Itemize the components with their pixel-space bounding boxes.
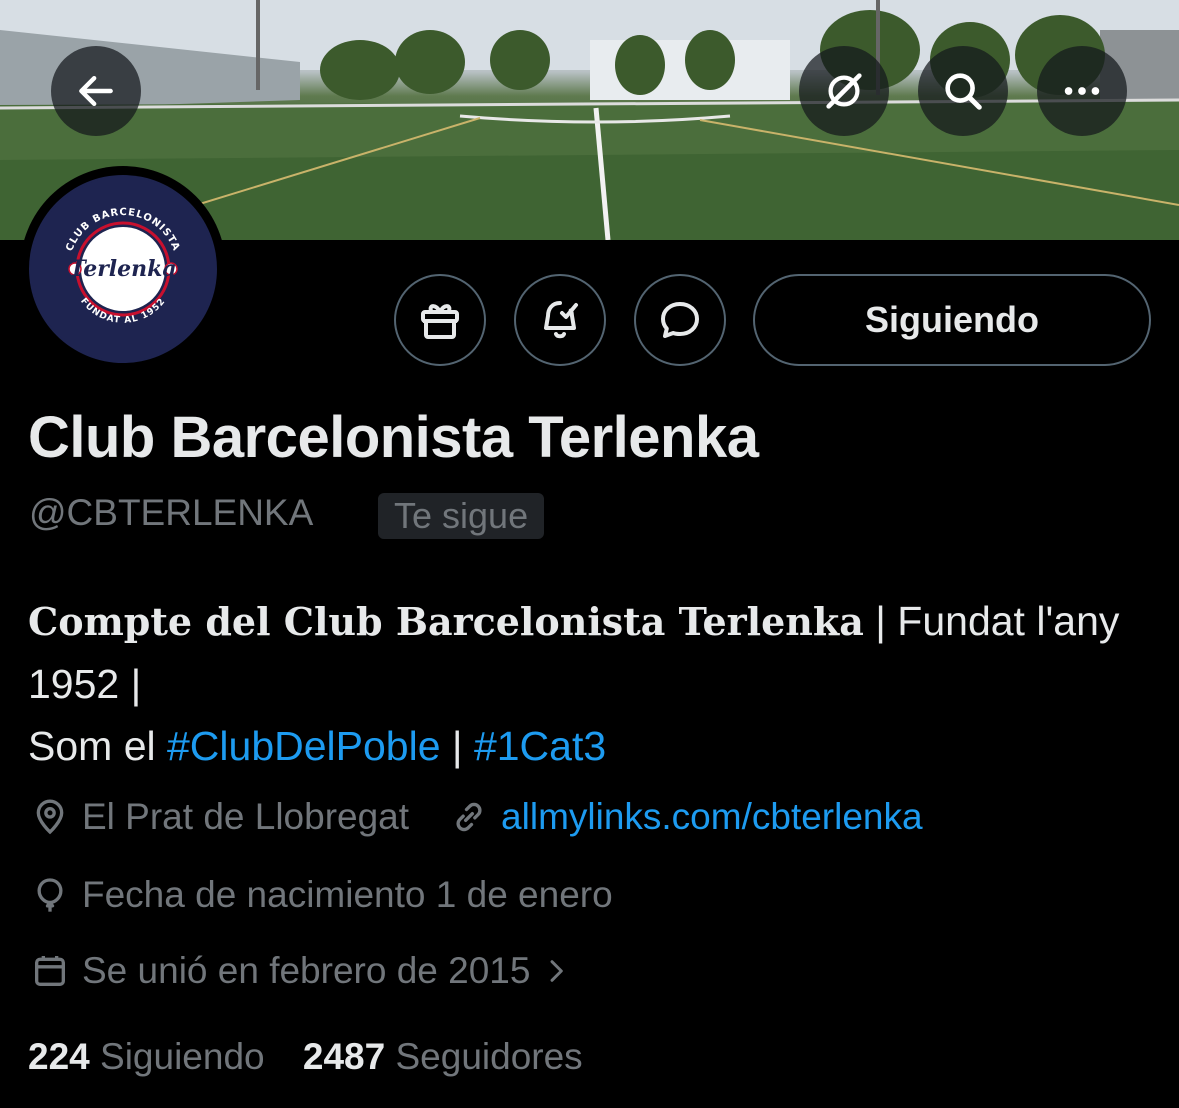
calendar-icon [35, 956, 65, 986]
bell-check-icon [544, 301, 578, 339]
birthday-row: Fecha de nacimiento 1 de enero [30, 874, 613, 916]
gift-icon [421, 304, 459, 339]
search-icon [945, 73, 982, 110]
birthday-text: Fecha de nacimiento 1 de enero [82, 874, 613, 915]
avatar[interactable]: CLUB BARCELONISTA FUNDAT AL 1952 Terlenk… [20, 166, 226, 372]
bio-separator: | [440, 723, 474, 769]
joined-text: Se unió en febrero de 2015 [82, 950, 531, 991]
following-label: Siguiendo [100, 1036, 265, 1077]
website-link[interactable]: allmylinks.com/cbterlenka [501, 796, 923, 838]
location-pin-icon [36, 799, 64, 835]
profile-handle: @CBTERLENKA [29, 492, 314, 533]
search-button[interactable] [918, 46, 1008, 136]
arrow-left-icon [79, 75, 113, 107]
grok-button[interactable] [799, 46, 889, 136]
notifications-button[interactable] [514, 274, 606, 366]
hashtag-1cat3[interactable]: #1Cat3 [474, 723, 606, 769]
profile-bio: Compte del Club Barcelonista Terlenka | … [28, 590, 1148, 777]
club-logo: CLUB BARCELONISTA FUNDAT AL 1952 Terlenk… [29, 175, 217, 363]
more-button[interactable] [1037, 46, 1127, 136]
gift-button[interactable] [394, 274, 486, 366]
profile-name: Club Barcelonista Terlenka [28, 405, 759, 470]
hashtag-clubdelpoble[interactable]: #ClubDelPoble [167, 723, 441, 769]
message-button[interactable] [634, 274, 726, 366]
location-text: El Prat de Llobregat [82, 796, 410, 837]
followers-count: 2487 [302, 1036, 386, 1077]
logo-center-text: Terlenka [69, 256, 176, 282]
bio-bold-text: Compte del Club Barcelonista Terlenka [28, 599, 864, 644]
following-stat[interactable]: 224 Siguiendo [28, 1036, 265, 1077]
location-row: El Prat de Llobregat allmylinks.com/cbte… [30, 796, 923, 838]
followers-label: Seguidores [395, 1036, 583, 1077]
follow-stats: 224 Siguiendo 2487 Seguidores [28, 1036, 583, 1078]
following-count: 224 [28, 1036, 90, 1077]
joined-row[interactable]: Se unió en febrero de 2015 [30, 950, 584, 992]
message-bubble-icon [661, 302, 699, 338]
balloon-icon [37, 878, 63, 912]
link-icon [456, 802, 482, 832]
following-button[interactable]: Siguiendo [753, 274, 1151, 366]
bio-line3-prefix: Som el [28, 723, 167, 769]
more-horizontal-icon [1064, 87, 1100, 95]
chevron-right-icon [551, 960, 564, 982]
follows-you-badge: Te sigue [378, 493, 545, 539]
grok-icon [826, 73, 862, 109]
followers-stat[interactable]: 2487 Seguidores [303, 1036, 583, 1077]
back-button[interactable] [51, 46, 141, 136]
